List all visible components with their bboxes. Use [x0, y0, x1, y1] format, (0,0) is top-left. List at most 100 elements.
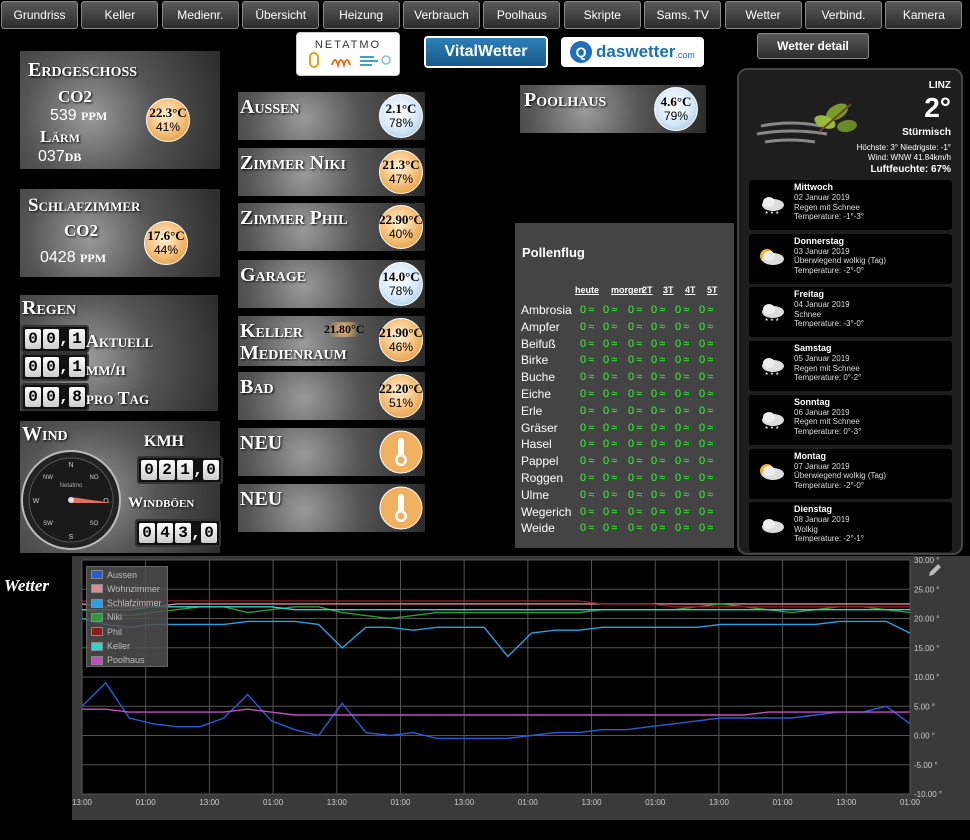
- nav-button-skripte[interactable]: Skripte: [563, 1, 641, 29]
- poolhaus-tile[interactable]: Poolhaus 4.6°C 79%: [520, 85, 706, 133]
- pollen-symbol: ≈: [659, 522, 666, 535]
- pollen-symbol: ≈: [611, 488, 618, 501]
- temp-value: 14.0°C: [382, 269, 420, 284]
- pollen-value: 0 ≈: [628, 489, 642, 501]
- room-tile-neu[interactable]: NEU: [238, 428, 425, 476]
- pollen-symbol: ≈: [636, 371, 643, 384]
- forecast-temp: Temperature: -1°-3°: [794, 212, 864, 221]
- pollen-level: 0: [628, 522, 635, 535]
- pollen-level: 0: [651, 505, 658, 518]
- pollen-symbol: ≈: [659, 455, 666, 468]
- pollen-value: 0 ≈: [699, 321, 713, 333]
- pollen-value: 0 ≈: [675, 371, 689, 383]
- regen-tile[interactable]: Regen 00,1 00,1 00,8 Aktuell mm/h pro Ta…: [20, 295, 218, 411]
- legend-label: Niki: [107, 612, 122, 623]
- chart-x-tick-label: 13:00: [709, 798, 730, 807]
- pollen-value: 0 ≈: [651, 354, 665, 366]
- nav-button-kamera[interactable]: Kamera: [885, 1, 963, 29]
- nav-button-wetter[interactable]: Wetter: [724, 1, 802, 29]
- digit-separator: ,: [59, 358, 69, 376]
- room-temp-badge: 22.20°C 51%: [379, 374, 423, 418]
- room-tile-neu[interactable]: NEU: [238, 484, 425, 532]
- digit-separator: ,: [59, 388, 69, 406]
- pollen-level: 0: [603, 438, 610, 451]
- schlafzimmer-co2-value: 0428 PPM: [40, 249, 106, 267]
- pollen-level: 0: [699, 472, 706, 484]
- pollen-symbol: ≈: [636, 472, 643, 484]
- weather-current-temp: 2°: [924, 92, 951, 123]
- nav-button-verbind[interactable]: Verbind.: [805, 1, 882, 29]
- nav-button-verbrauch[interactable]: Verbrauch: [403, 1, 480, 29]
- pollen-symbol: ≈: [636, 354, 643, 367]
- compass-s: S: [69, 534, 74, 541]
- vitalwetter-logo[interactable]: VitalWetter: [424, 36, 548, 68]
- erdgeschoss-tile[interactable]: Erdgeschoss CO2 539 PPM Lärm 037DB 22.3°…: [20, 51, 220, 169]
- pollen-level: 0: [675, 304, 682, 316]
- humidity-value: 40%: [388, 227, 414, 241]
- edit-icon[interactable]: [927, 562, 943, 578]
- forecast-temp: Temperature: -3°-0°: [794, 319, 864, 329]
- legend-label: Schlafzimmer: [107, 598, 162, 609]
- nav-button-sams-tv[interactable]: Sams. TV: [644, 1, 722, 29]
- nav-button-heizung[interactable]: Heizung: [322, 1, 400, 29]
- pollen-symbol: ≈: [683, 455, 690, 468]
- schlafzimmer-tile[interactable]: Schlafzimmer CO2 0428 PPM 17.6°C 44%: [20, 189, 220, 277]
- nav-button-medienr[interactable]: Medienr.: [161, 1, 239, 29]
- pollen-value: 0 ≈: [603, 472, 617, 484]
- room-tile-zimmer-niki[interactable]: Zimmer Niki 21.3°C 47%: [238, 148, 425, 196]
- pollen-symbol: ≈: [588, 455, 595, 468]
- pollen-value: 0 ≈: [603, 489, 617, 501]
- snow-cloud-icon: * * *: [762, 197, 784, 218]
- pollen-value: 0 ≈: [580, 489, 594, 501]
- pollen-value: 0 ≈: [675, 472, 689, 484]
- pollen-symbol: ≈: [588, 388, 595, 400]
- chart-x-tick-label: 13:00: [327, 798, 348, 807]
- pollen-value: 0 ≈: [628, 304, 642, 316]
- legend-item[interactable]: Niki: [91, 611, 122, 624]
- thermometer-icon: [379, 430, 423, 474]
- pollen-symbol: ≈: [683, 488, 690, 501]
- room-tile-aussen[interactable]: Aussen 2.1°C 78%: [238, 92, 425, 140]
- room-tile-bad[interactable]: Bad 22.20°C 51%: [238, 372, 425, 420]
- legend-item[interactable]: Aussen: [91, 568, 137, 581]
- pollen-level: 0: [580, 522, 587, 535]
- legend-item[interactable]: Phil: [91, 625, 122, 638]
- pollen-value: 0 ≈: [675, 455, 689, 467]
- pollen-level: 0: [675, 337, 682, 350]
- nav-button-poolhaus[interactable]: Poolhaus: [483, 1, 561, 29]
- pollen-value: 0 ≈: [628, 354, 642, 366]
- pollen-level: 0: [628, 472, 635, 484]
- nav-button-übersicht[interactable]: Übersicht: [242, 1, 320, 29]
- pollen-level: 0: [603, 421, 610, 434]
- pollen-symbol: ≈: [659, 337, 666, 350]
- pollen-symbol: ≈: [659, 472, 666, 484]
- forecast-day-4: * * * Sonntag 06 Januar 2019 Regen mit Schn…: [749, 394, 952, 445]
- pollen-row-label: Ampfer: [521, 319, 560, 334]
- pollen-value: 0 ≈: [651, 522, 665, 534]
- pollen-value: 0 ≈: [699, 405, 713, 417]
- room-tile-keller[interactable]: Keller Medienraum 21.80°C 21.90°C 46%: [238, 316, 425, 366]
- wind-speed-counter: 021,0: [137, 456, 223, 484]
- pollen-level: 0: [628, 421, 635, 434]
- legend-item[interactable]: Wohnzimmer: [91, 582, 160, 595]
- pollen-symbol: ≈: [636, 337, 643, 350]
- legend-item[interactable]: Keller: [91, 640, 130, 653]
- daswetter-logo[interactable]: Q daswetter .com: [561, 37, 704, 67]
- room-tile-zimmer-phil[interactable]: Zimmer Phil 22.90°C 40%: [238, 203, 425, 251]
- pollen-value: 0 ≈: [699, 304, 713, 316]
- pollen-level: 0: [603, 488, 610, 501]
- wetter-chart-label: Wetter: [4, 576, 50, 595]
- pollen-row-label: Hasel: [521, 437, 552, 452]
- netatmo-logo[interactable]: NETATMO: [296, 32, 400, 76]
- nav-button-grundriss[interactable]: Grundriss: [1, 1, 78, 29]
- legend-item[interactable]: Schlafzimmer: [91, 597, 162, 610]
- legend-item[interactable]: Poolhaus: [91, 654, 145, 667]
- digit-separator: ,: [59, 330, 69, 348]
- pollen-value: 0 ≈: [699, 506, 713, 518]
- room-tile-garage[interactable]: Garage 14.0°C 78%: [238, 260, 425, 308]
- pollen-symbol: ≈: [707, 371, 714, 384]
- wind-tile[interactable]: Wind KMH 021,0 Windböen 043,0 N NW NO W …: [20, 421, 223, 553]
- nav-button-keller[interactable]: Keller: [81, 1, 159, 29]
- wetter-detail-button[interactable]: Wetter detail: [757, 33, 869, 59]
- pollen-value: 0 ≈: [580, 506, 594, 518]
